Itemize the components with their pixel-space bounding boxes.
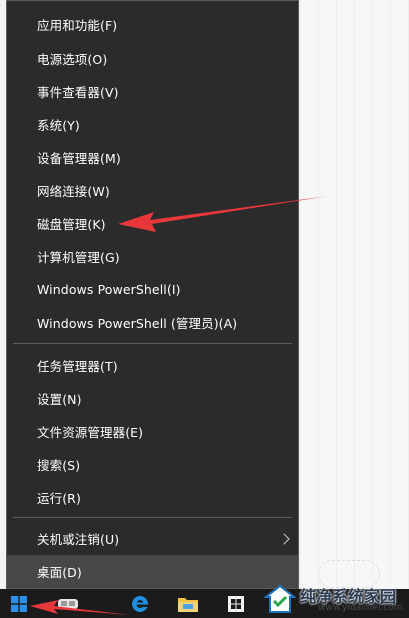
menu-item-settings[interactable]: 设置(N): [7, 382, 298, 415]
menu-item-label: 搜索(S): [37, 458, 81, 473]
menu-item-label: Windows PowerShell(I): [37, 282, 181, 297]
menu-item-powershell[interactable]: Windows PowerShell(I): [7, 273, 298, 306]
menu-item-label: 网络连接(W): [37, 184, 110, 199]
menu-item-label: 文件资源管理器(E): [37, 425, 144, 440]
menu-item-event-viewer[interactable]: 事件查看器(V): [7, 75, 298, 108]
menu-item-label: 设置(N): [37, 392, 82, 407]
file-explorer-button[interactable]: [173, 589, 203, 618]
windows-logo-icon: [11, 595, 27, 612]
menu-item-label: 设备管理器(M): [37, 151, 121, 166]
task-view-button[interactable]: [55, 589, 81, 618]
menu-item-label: 事件查看器(V): [37, 85, 119, 100]
menu-item-shutdown-signout[interactable]: 关机或注销(U): [7, 522, 298, 555]
menu-item-system[interactable]: 系统(Y): [7, 108, 298, 141]
desktop-background: [300, 0, 409, 590]
menu-item-label: 关机或注销(U): [37, 532, 120, 547]
store-icon: [228, 595, 244, 612]
menu-item-label: 计算机管理(G): [37, 250, 120, 265]
menu-item-desktop[interactable]: 桌面(D): [7, 555, 298, 588]
menu-item-label: 系统(Y): [37, 118, 80, 133]
menu-item-file-explorer[interactable]: 文件资源管理器(E): [7, 415, 298, 448]
menu-item-computer-management[interactable]: 计算机管理(G): [7, 240, 298, 273]
store-button[interactable]: [222, 589, 250, 618]
menu-item-label: 运行(R): [37, 491, 81, 506]
menu-item-run[interactable]: 运行(R): [7, 481, 298, 514]
menu-item-search[interactable]: 搜索(S): [7, 448, 298, 481]
edge-browser-button[interactable]: [125, 589, 155, 618]
menu-item-label: 桌面(D): [37, 565, 82, 580]
menu-item-task-manager[interactable]: 任务管理器(T): [7, 349, 298, 382]
menu-item-power-options[interactable]: 电源选项(O): [7, 42, 298, 75]
menu-item-powershell-admin[interactable]: Windows PowerShell (管理员)(A): [7, 306, 298, 339]
site-watermark: 纯净系统家园 www.yidaimei.com: [258, 580, 409, 618]
menu-item-network-connections[interactable]: 网络连接(W): [7, 174, 298, 207]
menu-item-label: 应用和功能(F): [37, 18, 118, 33]
watermark-url: www.yidaimei.com: [318, 603, 403, 613]
menu-item-label: Windows PowerShell (管理员)(A): [37, 316, 238, 331]
task-view-icon: [58, 598, 78, 609]
watermark-logo-icon: [264, 584, 296, 613]
menu-item-label: 任务管理器(T): [37, 359, 118, 374]
menu-separator: [13, 343, 292, 344]
menu-item-apps-features[interactable]: 应用和功能(F): [7, 8, 298, 41]
menu-item-device-manager[interactable]: 设备管理器(M): [7, 141, 298, 174]
menu-item-label: 电源选项(O): [37, 52, 108, 67]
chevron-right-icon: [278, 532, 290, 545]
winx-context-menu: 应用和功能(F) 电源选项(O) 事件查看器(V) 系统(Y) 设备管理器(M)…: [6, 0, 299, 589]
start-button[interactable]: [4, 589, 34, 618]
menu-separator: [13, 517, 292, 518]
menu-item-disk-management[interactable]: 磁盘管理(K): [7, 207, 298, 240]
folder-icon: [178, 597, 198, 612]
edge-icon: [132, 595, 149, 612]
menu-item-label: 磁盘管理(K): [37, 217, 106, 232]
